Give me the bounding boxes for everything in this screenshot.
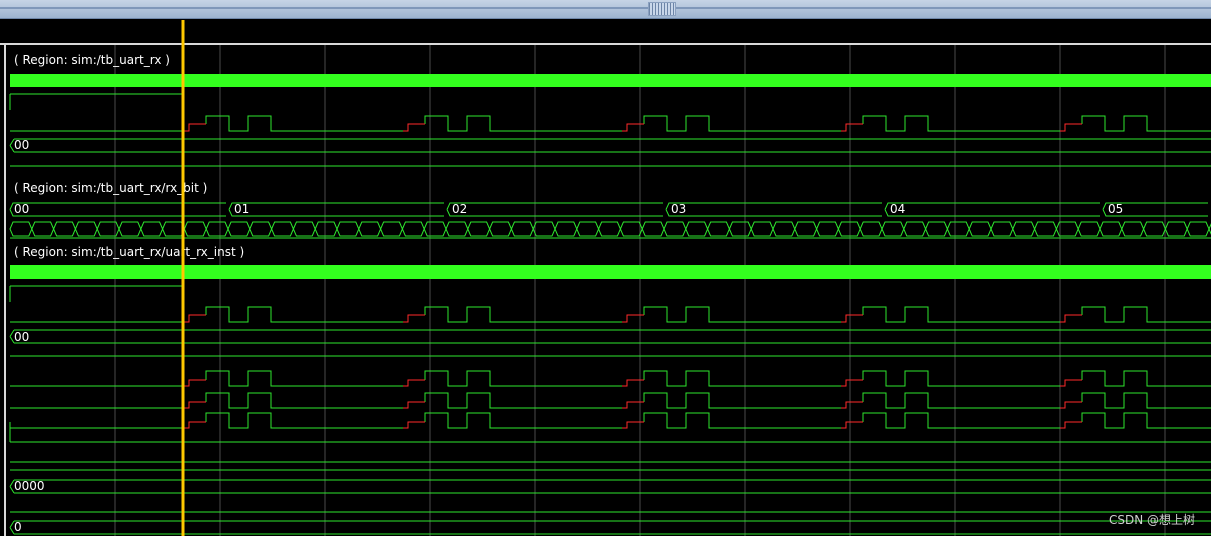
bus-row <box>9 479 1211 494</box>
waveform-window: ( Region: sim:/tb_uart_rx ) ( Region: si… <box>0 0 1211 536</box>
bus-row <box>9 520 1211 535</box>
signal-traces <box>9 74 1211 535</box>
serial-waveform-transition <box>184 401 1082 409</box>
region-bar <box>10 74 1211 87</box>
bus-value-rx-bit-3: 03 <box>671 202 686 216</box>
bus-value-rx-data: 00 <box>14 138 29 152</box>
bus-value-rx-bit-5: 05 <box>1108 202 1123 216</box>
bus-value-rx-data-inst: 00 <box>14 330 29 344</box>
bus-row <box>9 329 1211 344</box>
serial-waveform <box>10 392 1211 409</box>
region-label-tb: ( Region: sim:/tb_uart_rx ) <box>14 53 170 67</box>
bus-value-rx-bit-2: 02 <box>452 202 467 216</box>
serial-waveform-transition <box>184 314 1082 323</box>
serial-waveform-transition <box>184 123 1082 132</box>
bus-row <box>9 138 1211 153</box>
bus-value-rx-bit-4: 04 <box>890 202 905 216</box>
bus-value-rx-bit-0: 00 <box>14 202 29 216</box>
region-label-uart-inst: ( Region: sim:/tb_uart_rx/uart_rx_inst ) <box>14 245 244 259</box>
bus-value-flag: 0 <box>14 520 22 534</box>
serial-waveform-transition <box>184 421 1082 429</box>
bus-value-counter: 0000 <box>14 479 45 493</box>
region-label-rx-bit: ( Region: sim:/tb_uart_rx/rx_bit ) <box>14 181 207 195</box>
rx-bit-bus <box>9 202 1208 217</box>
clock-cells-row <box>9 221 1211 237</box>
serial-waveform-transition <box>184 379 1082 387</box>
region-bar <box>10 265 1211 279</box>
waveform-canvas[interactable]: ( Region: sim:/tb_uart_rx ) ( Region: si… <box>0 0 1211 536</box>
bus-value-rx-bit-1: 01 <box>234 202 249 216</box>
serial-waveform <box>10 370 1211 387</box>
watermark: CSDN @想上树 <box>1108 513 1195 527</box>
serial-waveform <box>10 412 1211 429</box>
